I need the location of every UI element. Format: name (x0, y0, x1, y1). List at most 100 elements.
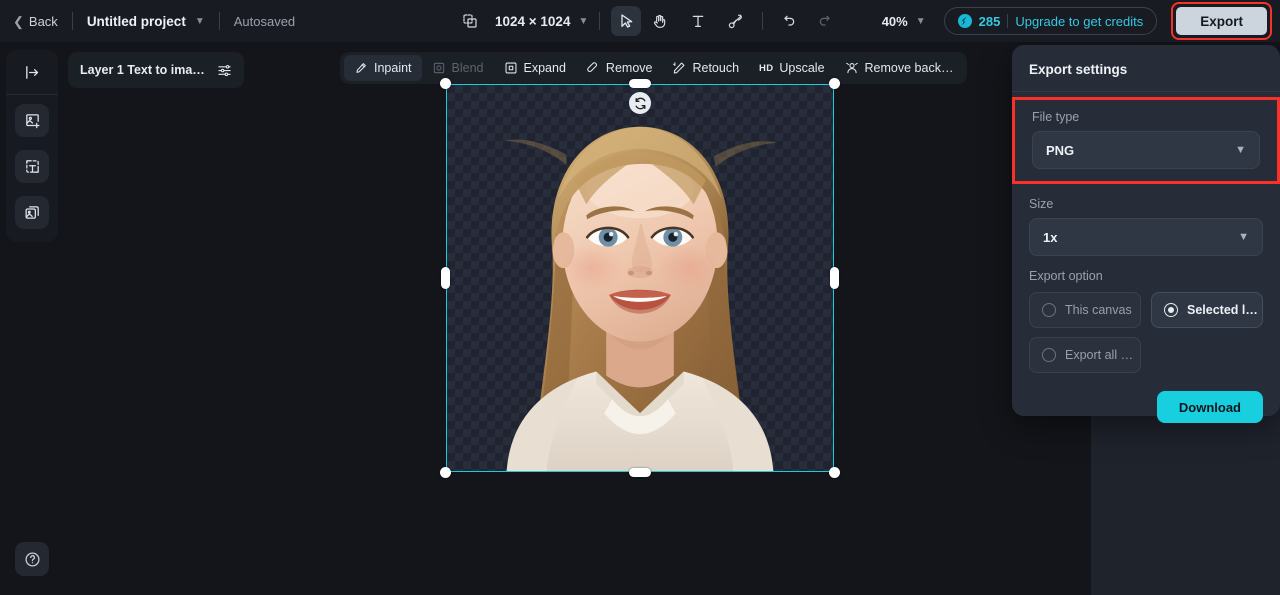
chevron-down-icon[interactable]: ▼ (916, 16, 926, 27)
export-option-selected-layer[interactable]: Selected l… (1151, 292, 1263, 328)
credits-pill[interactable]: 285 Upgrade to get credits (943, 7, 1158, 35)
layer-settings-icon[interactable] (217, 63, 232, 78)
export-option-label: Export option (1029, 269, 1103, 283)
hand-tool[interactable] (645, 6, 675, 36)
tool-blend: Blend (422, 55, 494, 81)
size-section: Size 1x ▼ (1029, 197, 1263, 256)
export-settings-popover: Export settings File type PNG ▼ Size 1x … (1012, 45, 1280, 423)
radio-icon-selected (1164, 303, 1178, 317)
tool-label: Expand (523, 61, 566, 75)
tool-label: Remove back… (864, 61, 954, 75)
file-type-highlight: File type PNG ▼ (1012, 97, 1280, 184)
tool-label: Retouch (692, 61, 740, 75)
file-type-label: File type (1032, 110, 1080, 124)
select-tool[interactable] (611, 6, 642, 36)
app-root: ❮ Back Untitled project ▼ Autosaved 1024… (0, 0, 1280, 595)
topbar-center-tools: 1024 × 1024 ▼ (455, 0, 840, 42)
divider (218, 12, 220, 30)
option-label: Export all … (1065, 348, 1134, 362)
top-bar: ❮ Back Untitled project ▼ Autosaved 1024… (0, 0, 1280, 42)
resize-handle-left[interactable] (441, 267, 450, 289)
tool-retouch[interactable]: Retouch (662, 55, 749, 81)
resize-handle-bottom-right[interactable] (829, 467, 840, 478)
selection-frame (446, 84, 834, 472)
context-toolbar: Inpaint Blend Expand Remove Retouch HD U… (340, 52, 968, 84)
download-button[interactable]: Download (1156, 391, 1263, 423)
option-label: This canvas (1065, 303, 1132, 317)
tool-label: Inpaint (374, 61, 412, 75)
size-label: Size (1029, 197, 1054, 211)
tool-label: Blend (451, 61, 484, 75)
portrait-image (504, 126, 778, 471)
redo-button[interactable] (810, 6, 840, 36)
divider (1012, 91, 1280, 92)
chevron-left-icon: ❮ (13, 13, 24, 29)
file-type-value: PNG (1046, 142, 1075, 158)
tool-label: Remove (605, 61, 653, 75)
size-select[interactable]: 1x ▼ (1029, 218, 1263, 256)
divider (599, 12, 601, 30)
help-button[interactable] (15, 542, 49, 576)
canvas-size-label: 1024 × 1024 (495, 13, 571, 29)
resize-handle-top-right[interactable] (829, 78, 840, 89)
export-button[interactable]: Export (1176, 7, 1267, 35)
divider (762, 12, 764, 30)
tool-label: Upscale (779, 61, 825, 75)
tool-remove[interactable]: Remove (576, 55, 663, 81)
export-button-highlight: Export (1171, 2, 1272, 40)
export-option-export-all[interactable]: Export all … (1029, 337, 1141, 373)
export-option-row-1: This canvas Selected l… (1029, 292, 1263, 328)
back-button[interactable]: ❮ Back (13, 14, 58, 29)
text-to-image-button[interactable] (15, 150, 49, 184)
chevron-down-icon: ▼ (1238, 231, 1249, 243)
file-type-select[interactable]: PNG ▼ (1032, 131, 1260, 169)
project-name-dropdown[interactable]: Untitled project ▼ (87, 14, 205, 29)
topbar-right-group: 40% ▼ 285 Upgrade to get credits Export (882, 0, 1280, 42)
chevron-down-icon: ▼ (194, 15, 205, 27)
download-row: Download (1029, 391, 1263, 423)
add-image-button[interactable] (15, 104, 49, 138)
project-name-label: Untitled project (86, 13, 186, 29)
layer-item[interactable]: Layer 1 Text to ima… (68, 52, 244, 88)
export-option-this-canvas[interactable]: This canvas (1029, 292, 1141, 328)
layer-name-label: Layer 1 Text to ima… (80, 63, 205, 77)
upgrade-link[interactable]: Upgrade to get credits (1015, 14, 1143, 29)
resize-handle-right[interactable] (830, 267, 839, 289)
export-option-section: Export option This canvas Selected l… Ex… (1029, 269, 1263, 373)
resize-canvas-icon[interactable] (455, 6, 485, 36)
brush-tool[interactable] (721, 6, 751, 36)
layers-button[interactable] (15, 196, 49, 230)
undo-button[interactable] (774, 6, 804, 36)
size-value: 1x (1043, 229, 1058, 245)
radio-icon (1042, 303, 1056, 317)
chevron-down-icon: ▼ (1235, 144, 1246, 156)
export-panel-body: Size 1x ▼ Export option This canvas Sele… (1012, 197, 1280, 423)
export-option-row-2: Export all … (1029, 337, 1263, 373)
tool-upscale[interactable]: HD Upscale (749, 55, 835, 81)
hd-badge: HD (759, 62, 774, 74)
divider (6, 94, 58, 96)
tool-remove-background[interactable]: Remove back… (835, 55, 964, 81)
export-settings-title: Export settings (1029, 62, 1128, 77)
resize-handle-bottom-left[interactable] (440, 467, 451, 478)
resize-handle-top-left[interactable] (440, 78, 451, 89)
tool-expand[interactable]: Expand (494, 55, 576, 81)
resize-handle-bottom[interactable] (629, 468, 651, 477)
text-tool[interactable] (683, 6, 713, 36)
left-tool-rail (6, 50, 58, 242)
radio-icon (1042, 348, 1056, 362)
divider (1007, 14, 1009, 28)
tool-inpaint[interactable]: Inpaint (344, 55, 422, 81)
option-label: Selected l… (1187, 303, 1258, 317)
back-label: Back (28, 13, 58, 29)
credit-coin-icon (957, 14, 972, 28)
resize-handle-top[interactable] (629, 79, 651, 88)
rotate-handle-icon[interactable] (629, 92, 651, 114)
collapse-panel-button[interactable] (16, 58, 48, 87)
selected-layer-bounds[interactable] (440, 78, 840, 478)
autosave-status: Autosaved (233, 13, 296, 29)
zoom-level-label: 40% (881, 13, 908, 29)
topbar-left-group: ❮ Back Untitled project ▼ Autosaved (0, 12, 295, 30)
chevron-down-icon[interactable]: ▼ (578, 16, 588, 27)
